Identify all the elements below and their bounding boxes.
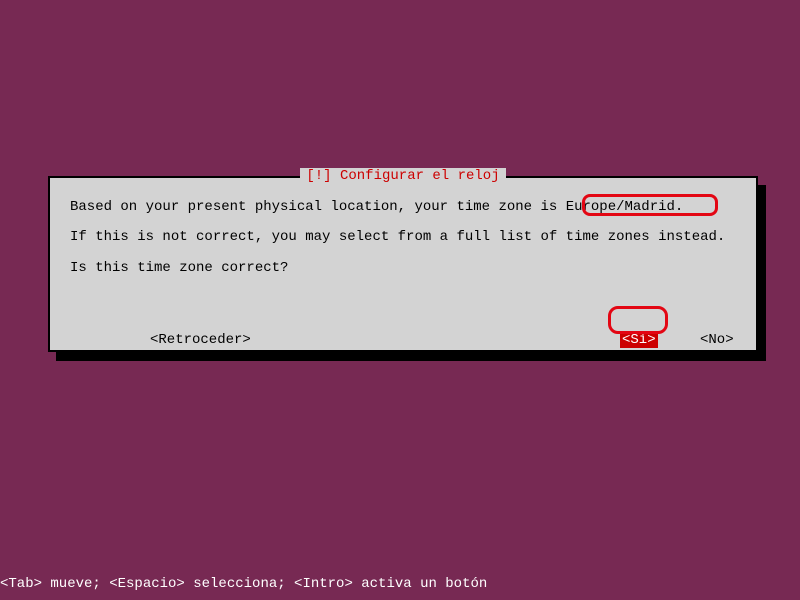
configure-clock-dialog: [!] Configurar el reloj Based on your pr… <box>48 176 758 352</box>
dialog-body: Based on your present physical location,… <box>70 196 736 279</box>
dialog-title: [!] Configurar el reloj <box>300 168 505 184</box>
no-button[interactable]: <No> <box>700 332 734 348</box>
line2: If this is not correct, you may select f… <box>70 226 736 248</box>
yes-button-label: <Sí> <box>620 332 658 348</box>
help-line: <Tab> mueve; <Espacio> selecciona; <Intr… <box>0 576 487 592</box>
detected-timezone: Europe/Madrid <box>566 199 675 215</box>
yes-button[interactable]: <Sí> <box>620 332 658 348</box>
line1-prefix: Based on your present physical location,… <box>70 199 566 215</box>
line3: Is this time zone correct? <box>70 257 736 279</box>
line1-suffix: . <box>675 199 683 215</box>
back-button[interactable]: <Retroceder> <box>150 332 251 348</box>
timezone-detected-line: Based on your present physical location,… <box>70 196 736 218</box>
